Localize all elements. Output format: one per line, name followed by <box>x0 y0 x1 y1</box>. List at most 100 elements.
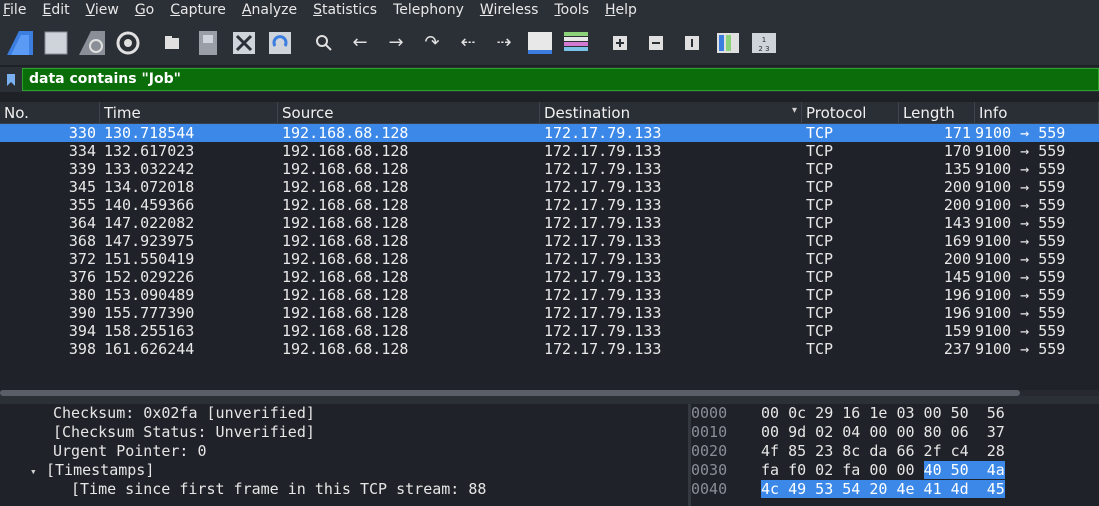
cell-len: 145 <box>943 268 971 286</box>
column-header-destination[interactable]: Destination ▾ <box>540 102 802 123</box>
table-row[interactable]: 364 147.022082 192.168.68.128 172.17.79.133… <box>0 214 1099 232</box>
table-row[interactable]: 345 134.072018 192.168.68.128 172.17.79.133… <box>0 178 1099 196</box>
column-preferences-icon[interactable]: 12 3 <box>748 27 780 59</box>
cell-info: 9100 → 559 <box>975 178 1066 196</box>
detail-line[interactable]: Urgent Pointer: 0 <box>0 442 688 461</box>
menu-item-capture[interactable]: Capture <box>162 2 234 18</box>
menu-item-go[interactable]: Go <box>127 2 162 18</box>
cell-no: 394 <box>68 322 96 340</box>
cell-dst: 172.17.79.133 <box>544 124 662 142</box>
hex-bytes: 4f 85 23 8c da 66 2f c4 28 <box>761 442 1005 460</box>
table-row[interactable]: 398 161.626244 192.168.68.128 172.17.79.133… <box>0 340 1099 358</box>
last-packet-icon[interactable]: ⇢ <box>488 27 520 59</box>
table-row-partial[interactable] <box>0 358 1099 368</box>
table-row[interactable]: 380 153.090489 192.168.68.128 172.17.79.133… <box>0 286 1099 304</box>
autoscroll-icon[interactable] <box>524 27 556 59</box>
close-file-icon[interactable] <box>228 27 260 59</box>
cell-proto: TCP <box>806 250 834 268</box>
start-capture-icon[interactable] <box>4 27 36 59</box>
cell-src: 192.168.68.128 <box>282 250 409 268</box>
bytes-line[interactable]: 0010 00 9d 02 04 00 00 80 06 37 <box>691 423 1099 442</box>
cell-len: 159 <box>943 322 971 340</box>
go-to-packet-icon[interactable]: ↷ <box>416 27 448 59</box>
bytes-line[interactable]: 0040 4c 49 53 54 20 4e 41 4d 45 <box>691 480 1099 499</box>
detail-line[interactable]: [Checksum Status: Unverified] <box>0 423 688 442</box>
table-row[interactable]: 355 140.459366 192.168.68.128 172.17.79.133… <box>0 196 1099 214</box>
resize-columns-icon[interactable] <box>712 27 744 59</box>
cell-time: 161.626244 <box>104 340 195 358</box>
bytes-line[interactable]: 0020 4f 85 23 8c da 66 2f c4 28 <box>691 442 1099 461</box>
expand-triangle-icon[interactable]: ▾ <box>30 462 46 481</box>
zoom-in-icon[interactable] <box>604 27 636 59</box>
table-row[interactable]: 372 151.550419 192.168.68.128 172.17.79.133… <box>0 250 1099 268</box>
cell-no: 334 <box>68 142 96 160</box>
table-row[interactable]: 330 130.718544 192.168.68.128 172.17.79.133… <box>0 124 1099 142</box>
byte-offset: 0020 <box>691 442 728 460</box>
menu-item-help[interactable]: Help <box>597 2 645 18</box>
menu-item-view[interactable]: View <box>78 2 127 18</box>
cell-src: 192.168.68.128 <box>282 142 409 160</box>
search-icon[interactable] <box>308 27 340 59</box>
menu-item-file[interactable]: File <box>0 2 34 18</box>
colorize-icon[interactable] <box>560 27 592 59</box>
normal-size-icon[interactable] <box>676 27 708 59</box>
cell-len: 143 <box>943 214 971 232</box>
column-header-source[interactable]: Source <box>278 102 540 123</box>
first-packet-icon[interactable]: ⇠ <box>452 27 484 59</box>
go-forward-icon[interactable]: → <box>380 27 412 59</box>
cell-src: 192.168.68.128 <box>282 268 409 286</box>
cell-len: 200 <box>943 178 971 196</box>
restart-capture-icon[interactable] <box>76 27 108 59</box>
detail-line[interactable]: Checksum: 0x02fa [unverified] <box>0 404 688 423</box>
cell-dst: 172.17.79.133 <box>544 232 662 250</box>
menu-item-analyze[interactable]: Analyze <box>234 2 305 18</box>
column-header-no[interactable]: No. <box>0 102 100 123</box>
pane-splitter[interactable] <box>0 396 1099 404</box>
cell-src: 192.168.68.128 <box>282 178 409 196</box>
menu-bar: File Edit View Go Capture Analyze Statistics Te… <box>0 0 1099 20</box>
column-header-time[interactable]: Time <box>100 102 278 123</box>
save-file-icon[interactable] <box>192 27 224 59</box>
display-filter-input[interactable]: data contains "Job" <box>22 68 1099 91</box>
cell-no: 376 <box>68 268 96 286</box>
cell-len: 169 <box>943 232 971 250</box>
go-back-icon[interactable]: ← <box>344 27 376 59</box>
cell-time: 152.029226 <box>104 268 195 286</box>
capture-options-icon[interactable] <box>112 27 144 59</box>
table-row[interactable]: 339 133.032242 192.168.68.128 172.17.79.133… <box>0 160 1099 178</box>
menu-item-tools[interactable]: Tools <box>546 2 597 18</box>
table-row[interactable]: 394 158.255163 192.168.68.128 172.17.79.133… <box>0 322 1099 340</box>
cell-info: 9100 → 559 <box>975 232 1066 250</box>
cell-dst: 172.17.79.133 <box>544 322 662 340</box>
reload-file-icon[interactable] <box>264 27 296 59</box>
cell-info: 9100 → 559 <box>975 286 1066 304</box>
cell-no: 330 <box>68 124 96 142</box>
column-header-length[interactable]: Length <box>899 102 975 123</box>
menu-item-edit[interactable]: Edit <box>34 2 77 18</box>
byte-offset: 0010 <box>691 423 728 441</box>
bookmark-icon[interactable] <box>0 67 22 92</box>
column-header-info[interactable]: Info <box>975 102 1099 123</box>
cell-len: 196 <box>943 304 971 322</box>
cell-no: 380 <box>68 286 96 304</box>
stop-capture-icon[interactable] <box>40 27 72 59</box>
table-row[interactable]: 376 152.029226 192.168.68.128 172.17.79.133… <box>0 268 1099 286</box>
menu-item-statistics[interactable]: Statistics <box>305 2 385 18</box>
hex-bytes: 4c 49 53 54 20 4e 41 4d 45 <box>761 480 1005 499</box>
column-header-protocol[interactable]: Protocol <box>802 102 899 123</box>
cell-dst: 172.17.79.133 <box>544 286 662 304</box>
open-file-icon[interactable] <box>156 27 188 59</box>
cell-dst: 172.17.79.133 <box>544 250 662 268</box>
bytes-line[interactable]: 0000 00 0c 29 16 1e 03 00 50 56 <box>691 404 1099 423</box>
detail-line[interactable]: ▾ [Timestamps] <box>0 461 688 480</box>
bytes-line[interactable]: 0030 fa f0 02 fa 00 00 40 50 4a <box>691 461 1099 480</box>
table-row[interactable]: 368 147.923975 192.168.68.128 172.17.79.133… <box>0 232 1099 250</box>
table-row[interactable]: 390 155.777390 192.168.68.128 172.17.79.133… <box>0 304 1099 322</box>
menu-item-telephony[interactable]: Telephony <box>385 2 472 18</box>
menu-item-wireless[interactable]: Wireless <box>472 2 547 18</box>
detail-line[interactable]: [Time since first frame in this TCP stre… <box>0 480 688 499</box>
cell-no: 339 <box>68 160 96 178</box>
zoom-out-icon[interactable] <box>640 27 672 59</box>
cell-no: 355 <box>68 196 96 214</box>
table-row[interactable]: 334 132.617023 192.168.68.128 172.17.79.133… <box>0 142 1099 160</box>
